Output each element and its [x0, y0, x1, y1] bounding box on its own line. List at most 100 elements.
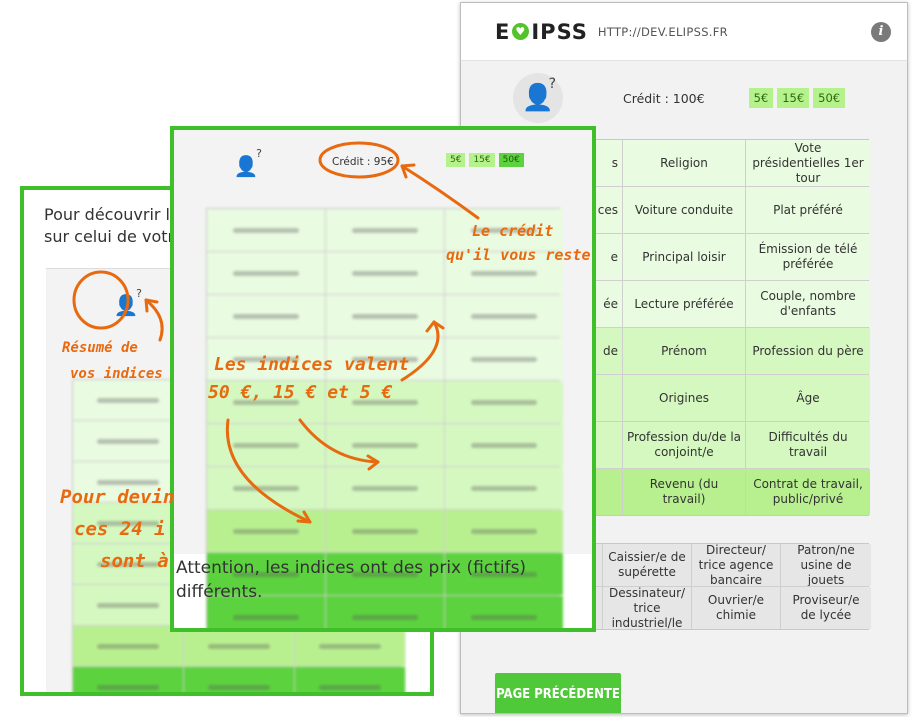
blurred-cell — [207, 295, 325, 337]
blurred-text-bar — [319, 684, 381, 690]
blurred-text-bar — [352, 227, 418, 233]
person-icon: 👤 — [113, 293, 139, 317]
blurred-text-bar — [352, 270, 418, 276]
elipss-logo: E ♥ IPSS — [495, 19, 588, 44]
avatar: 👤 ? — [104, 283, 148, 327]
annotation-credit-1: Le crédit — [472, 222, 554, 240]
annotation-credit-2: qu'il vous reste — [446, 246, 591, 264]
person-icon: 👤 — [233, 154, 259, 178]
clue-cell[interactable]: Lecture préférée — [623, 281, 745, 327]
blurred-text-bar — [233, 270, 299, 276]
price-chip-15: 15€ — [469, 153, 495, 167]
blurred-text-bar — [233, 614, 299, 620]
blurred-cell — [184, 667, 294, 692]
credit-row: 👤 ? Crédit : 100€ 5€ 15€ 50€ — [513, 73, 846, 123]
blurred-text-bar — [471, 399, 537, 405]
blurred-cell — [73, 380, 183, 420]
answer-cell[interactable]: Caissier/e de supérette — [603, 544, 691, 586]
blurred-text-bar — [319, 643, 381, 649]
answer-cell[interactable]: Directeur/ trice agence bancaire — [692, 544, 780, 586]
blurred-text-bar — [208, 643, 270, 649]
price-chip-50: 50€ — [813, 88, 846, 108]
clue-cell[interactable]: Plat préféré — [746, 187, 870, 233]
avatar: 👤 ? — [513, 73, 563, 123]
intro-text: Pour découvrir le sur celui de votre — [44, 204, 184, 248]
blurred-text-bar — [97, 397, 159, 403]
clue-cell[interactable]: Difficultés du travail — [746, 422, 870, 468]
blurred-cell — [326, 424, 444, 466]
clue-cell[interactable]: Origines — [623, 375, 745, 421]
price-chip-15: 15€ — [777, 88, 810, 108]
clue-cell[interactable]: Prénom — [623, 328, 745, 374]
blurred-text-bar — [233, 485, 299, 491]
blurred-cell — [445, 424, 563, 466]
credit-label: Crédit : 100€ — [623, 90, 705, 106]
clue-cell[interactable]: Couple, nombre d'enfants — [746, 281, 870, 327]
blurred-text-bar — [208, 684, 270, 690]
blurred-cell — [445, 467, 563, 509]
clue-cell[interactable]: Principal loisir — [623, 234, 745, 280]
clue-cell[interactable]: Émission de télé préférée — [746, 234, 870, 280]
caption: Attention, les indices ont des prix (fic… — [176, 558, 527, 602]
clue-cell[interactable]: Voiture conduite — [623, 187, 745, 233]
clue-cell[interactable]: Profession du père — [746, 328, 870, 374]
header-bar: E ♥ IPSS HTTP://DEV.ELIPSS.FR i — [461, 3, 907, 61]
info-icon[interactable]: i — [871, 21, 891, 42]
blurred-cell — [445, 338, 563, 380]
clue-cell[interactable]: Revenu (du travail) — [623, 469, 745, 515]
blurred-cell — [73, 626, 183, 666]
answer-cell[interactable]: Patron/ne usine de jouets — [781, 544, 871, 586]
clue-cell[interactable]: Âge — [746, 375, 870, 421]
blurred-cell — [326, 209, 444, 251]
blurred-cell — [73, 421, 183, 461]
price-chip-5: 5€ — [748, 88, 774, 108]
blurred-text-bar — [97, 643, 159, 649]
answer-cell[interactable]: Proviseur/e de lycée — [781, 587, 871, 629]
blurred-cell — [184, 626, 294, 666]
blurred-cell — [207, 424, 325, 466]
clue-cell[interactable]: Profession du/de la conjoint/e — [623, 422, 745, 468]
blurred-cell — [445, 381, 563, 423]
price-chips: 5€ 15€ 50€ — [442, 153, 524, 167]
annotation-summary-1: Résumé de — [62, 340, 138, 356]
front-game-area: 👤 ? Crédit : 95€ 5€ 15€ 50€ — [174, 130, 592, 628]
blurred-text-bar — [97, 438, 159, 444]
intro-line-2: sur celui de votre — [44, 227, 184, 246]
blurred-cell — [295, 626, 405, 666]
blurred-cell — [207, 209, 325, 251]
blurred-text-bar — [471, 528, 537, 534]
blurred-cell — [326, 467, 444, 509]
blurred-text-bar — [352, 442, 418, 448]
blurred-text-bar — [471, 356, 537, 362]
heart-icon: ♥ — [512, 23, 530, 40]
question-mark-icon: ? — [548, 76, 556, 92]
answer-cell[interactable]: Dessinateur/ trice industriel/le — [603, 587, 691, 629]
annotation-indices-2: 50 €, 15 € et 5 € — [208, 382, 393, 403]
avatar: 👤 ? — [224, 144, 268, 188]
clue-cell[interactable]: Religion — [623, 140, 745, 186]
annotation-summary-2: vos indices — [70, 366, 163, 382]
blurred-cell — [207, 510, 325, 552]
previous-page-button[interactable]: PAGE PRÉCÉDENTE — [495, 673, 621, 713]
blurred-cell — [73, 667, 183, 692]
site-url: HTTP://DEV.ELIPSS.FR — [597, 24, 728, 39]
blurred-text-bar — [97, 602, 159, 608]
credit-label: Crédit : 95€ — [332, 156, 394, 168]
blurred-text-bar — [233, 227, 299, 233]
blurred-text-bar — [352, 528, 418, 534]
annotation-indices-1: Les indices valent — [214, 354, 410, 375]
annotation-guess-3: sont à — [100, 550, 169, 572]
intro-line-1: Pour découvrir le — [44, 205, 180, 224]
clue-cell[interactable]: Vote présidentielles 1er tour — [746, 140, 870, 186]
blurred-text-bar — [233, 442, 299, 448]
clue-cell[interactable]: Contrat de travail, public/privé — [746, 469, 870, 515]
blurred-text-bar — [352, 614, 418, 620]
question-mark-icon: ? — [136, 287, 142, 300]
blurred-text-bar — [233, 528, 299, 534]
front-screenshot: 👤 ? Crédit : 95€ 5€ 15€ 50€ Attention, l… — [170, 126, 596, 632]
blurred-cell — [73, 585, 183, 625]
blurred-cell — [207, 252, 325, 294]
price-chip-5: 5€ — [446, 153, 466, 167]
answer-cell[interactable]: Ouvrier/e chimie — [692, 587, 780, 629]
blurred-cell — [445, 510, 563, 552]
